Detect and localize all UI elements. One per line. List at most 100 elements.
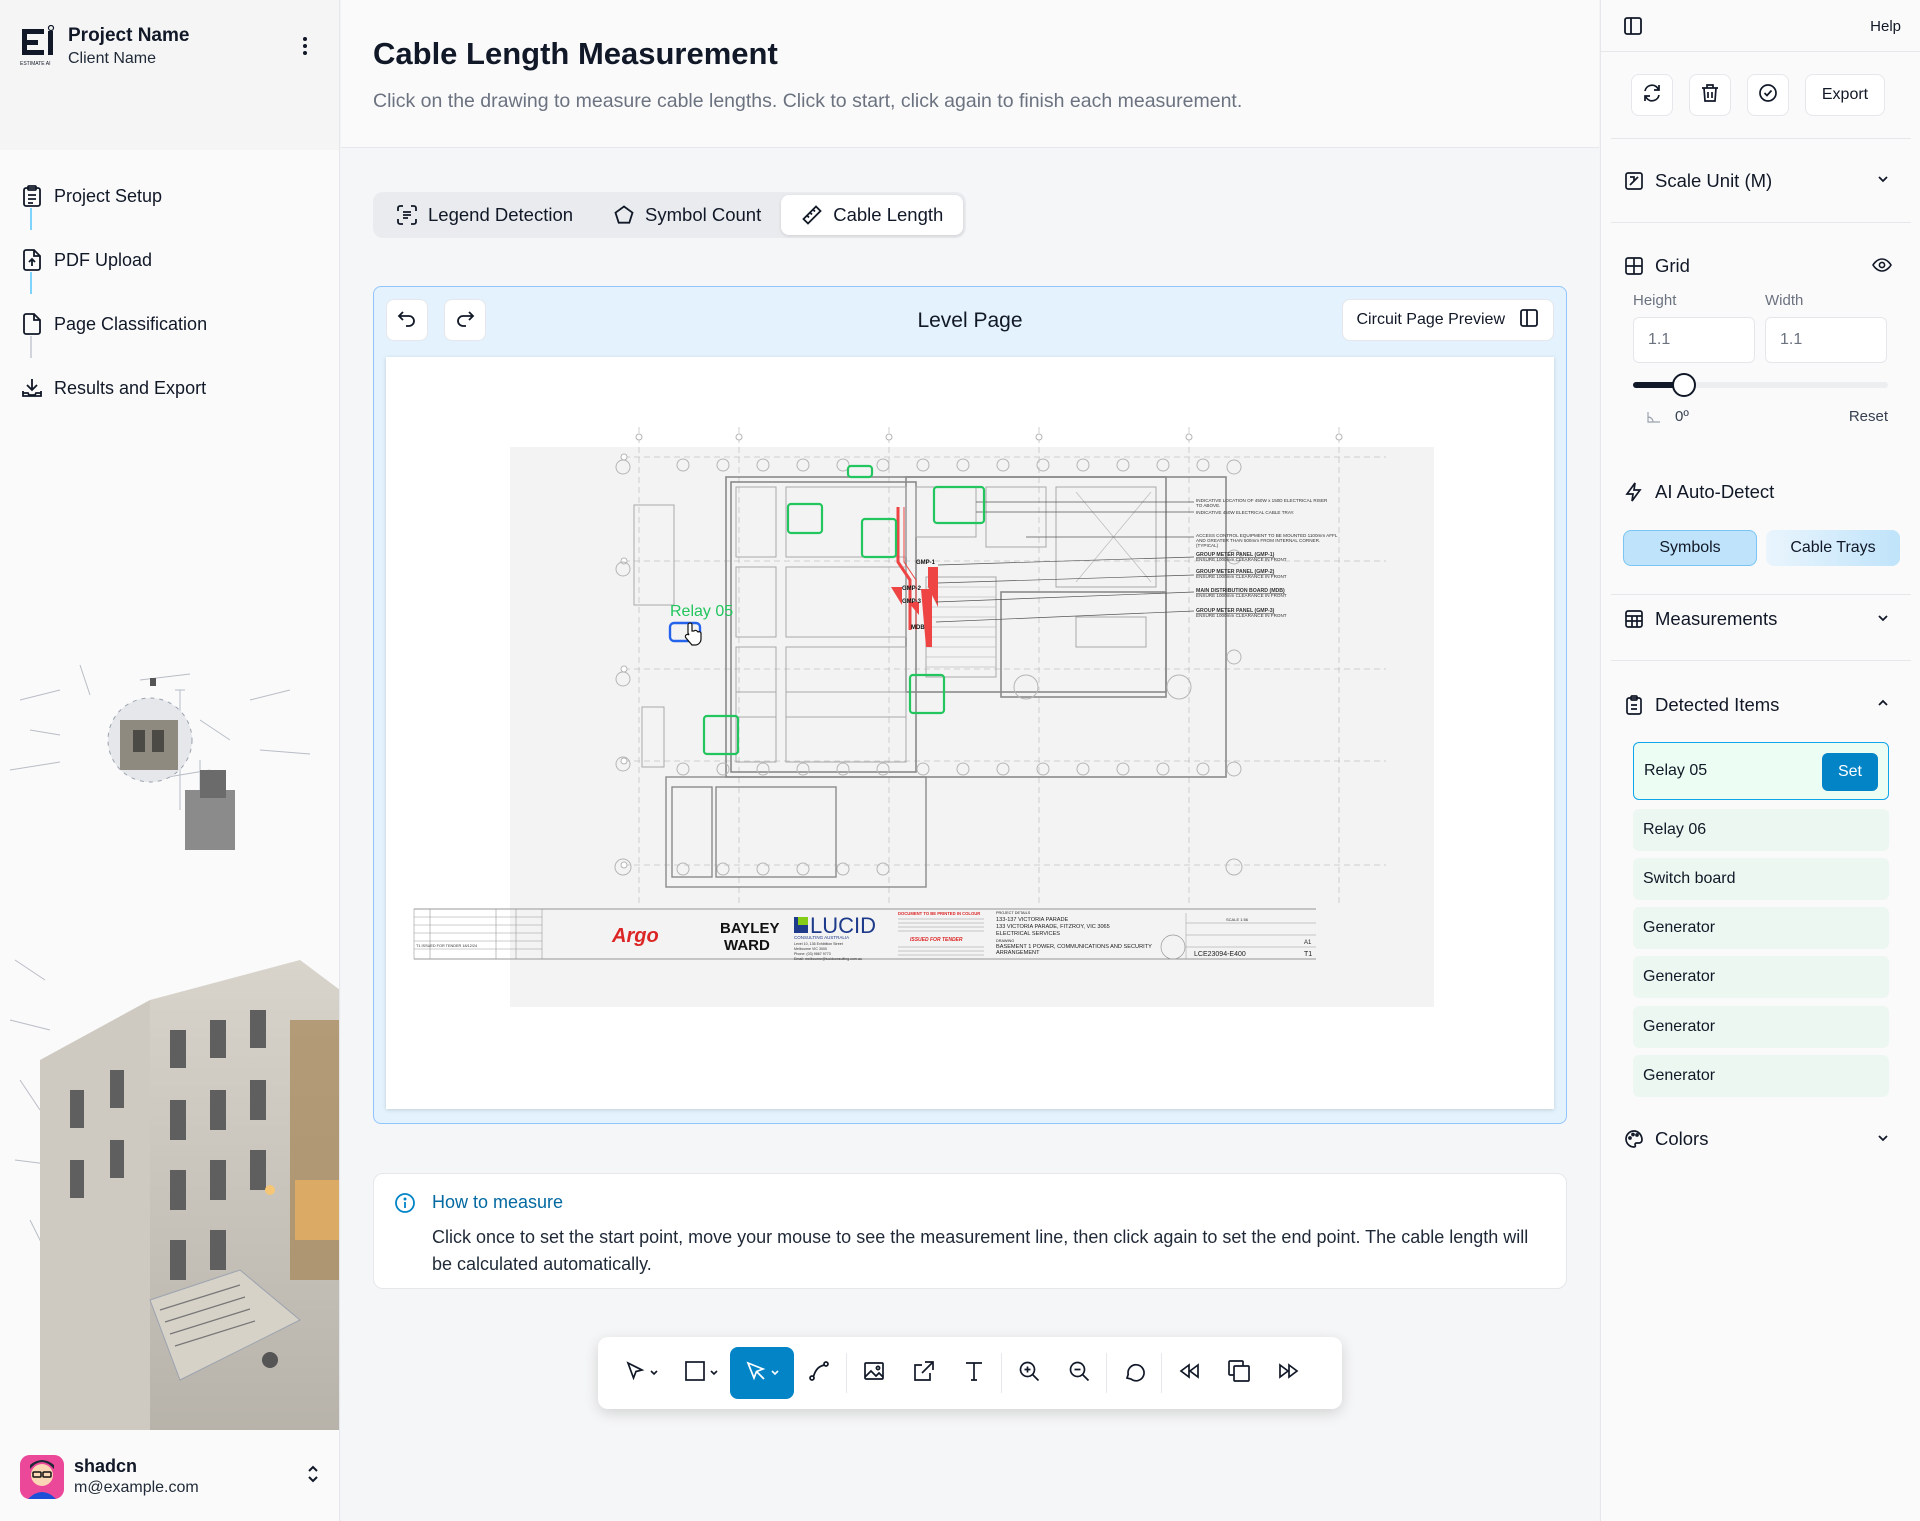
detected-item[interactable]: Generator — [1633, 1055, 1889, 1097]
section-divider — [1611, 594, 1911, 595]
user-menu[interactable]: shadcn m@example.com — [0, 1432, 339, 1521]
grid-icon — [1623, 255, 1645, 277]
detected-item[interactable]: Switch board — [1633, 858, 1889, 900]
page-subtitle: Click on the drawing to measure cable le… — [373, 90, 1243, 112]
chevron-up-icon[interactable] — [1876, 696, 1890, 713]
tab-cable-length[interactable]: Cable Length — [781, 195, 964, 235]
tab-legend-detection[interactable]: Legend Detection — [376, 195, 593, 235]
more-vertical-icon[interactable] — [290, 31, 320, 61]
text-tool-button[interactable] — [949, 1347, 999, 1399]
step-label: Results and Export — [54, 377, 207, 398]
svg-text:Phone: (03) 9867 9773: Phone: (03) 9867 9773 — [794, 952, 831, 956]
detected-item[interactable]: Generator — [1633, 956, 1889, 998]
detected-item[interactable]: Generator — [1633, 1006, 1889, 1048]
step-connector — [30, 272, 32, 294]
panel-label-gmp3: GMP-3 — [902, 599, 922, 605]
chevron-down-icon[interactable] — [1876, 611, 1890, 628]
tab-label: Cable Length — [833, 204, 944, 225]
detected-item[interactable]: Relay 06 — [1633, 809, 1889, 851]
rectangle-tool-button[interactable] — [672, 1347, 730, 1399]
chevron-down-icon[interactable] — [1876, 172, 1890, 189]
pen-tool-icon — [745, 1360, 767, 1387]
chevrons-up-down-icon[interactable] — [306, 1465, 320, 1488]
user-email: m@example.com — [74, 1479, 199, 1496]
scan-text-icon — [396, 204, 418, 226]
step-project-setup[interactable]: Project Setup — [20, 164, 320, 230]
circuit-page-preview-button[interactable]: Circuit Page Preview — [1341, 299, 1554, 341]
slider-thumb[interactable] — [1672, 373, 1696, 397]
trash-icon — [1700, 83, 1720, 108]
zoom-in-button[interactable] — [1004, 1347, 1054, 1399]
width-label: Width — [1765, 292, 1804, 309]
toolbar-divider — [846, 1353, 847, 1393]
text-icon — [963, 1360, 985, 1387]
mode-tabs: Legend Detection Symbol Count Cable Leng… — [373, 192, 967, 238]
fast-forward-button[interactable] — [1264, 1347, 1314, 1399]
chevron-down-icon — [709, 1364, 719, 1382]
detected-items-section[interactable]: Detected Items — [1623, 690, 1779, 720]
resize-tool-button[interactable] — [899, 1347, 949, 1399]
detected-item[interactable]: Relay 05 Set — [1633, 742, 1889, 800]
avatar — [20, 1454, 64, 1499]
symbols-toggle[interactable]: Symbols — [1623, 530, 1757, 566]
pen-tool-button[interactable] — [730, 1347, 794, 1399]
drawing-toolbar — [598, 1337, 1342, 1409]
tab-label: Symbol Count — [645, 204, 762, 225]
grid-height-input[interactable]: 1.1 — [1633, 317, 1755, 363]
table-icon — [1623, 608, 1645, 630]
angle-value: 0º — [1675, 408, 1689, 425]
zoom-in-icon — [1018, 1360, 1040, 1387]
grid-reset-button[interactable]: Reset — [1849, 408, 1888, 425]
measurements-section[interactable]: Measurements — [1623, 604, 1777, 634]
revision-row: T1 ISSUED FOR TENDER 18/12/24 — [416, 944, 477, 948]
client-name: Client Name — [68, 49, 157, 67]
confirm-button[interactable] — [1747, 74, 1789, 116]
step-label: PDF Upload — [54, 249, 153, 270]
delete-button[interactable] — [1689, 74, 1731, 116]
refresh-button[interactable] — [1631, 74, 1673, 116]
detected-item[interactable]: Generator — [1633, 907, 1889, 949]
file-icon — [20, 312, 44, 336]
tab-symbol-count[interactable]: Symbol Count — [593, 195, 781, 235]
export-button[interactable]: Export — [1805, 74, 1885, 116]
svg-text:DOCUMENT TO BE PRINTED IN COLO: DOCUMENT TO BE PRINTED IN COLOUR — [898, 911, 980, 916]
ai-auto-detect-title: AI Auto-Detect — [1623, 477, 1774, 507]
copy-page-button[interactable] — [1214, 1347, 1264, 1399]
ward-logo-text: WARD — [724, 937, 770, 954]
step-results-export[interactable]: Results and Export — [20, 356, 320, 420]
check-circle-icon — [1758, 83, 1778, 108]
how-to-title: How to measure — [432, 1192, 564, 1212]
svg-text:ARRANGEMENT: ARRANGEMENT — [996, 950, 1040, 956]
properties-panel: Help Export Scale Unit (M) Grid Height W… — [1600, 0, 1920, 1521]
zoom-out-button[interactable] — [1054, 1347, 1104, 1399]
rewind-button[interactable] — [1164, 1347, 1214, 1399]
curve-tool-button[interactable] — [794, 1347, 844, 1399]
chevron-down-icon[interactable] — [1876, 1131, 1890, 1148]
pointer-tool-button[interactable] — [610, 1347, 672, 1399]
grid-width-input[interactable]: 1.1 — [1765, 317, 1887, 363]
floor-plan-drawing[interactable]: GMP-1 GMP-2 GMP-3 MDB INDICATIVE LOCATIO… — [386, 357, 1554, 1109]
colors-section[interactable]: Colors — [1623, 1124, 1708, 1154]
image-tool-button[interactable] — [849, 1347, 899, 1399]
cable-trays-toggle[interactable]: Cable Trays — [1766, 530, 1900, 566]
eye-icon[interactable] — [1872, 258, 1892, 275]
grid-angle-slider[interactable] — [1633, 373, 1888, 397]
set-button[interactable]: Set — [1822, 753, 1878, 791]
page-header: Cable Length Measurement Click on the dr… — [341, 0, 1599, 148]
svg-text:ENSURE 1000mm CLEARANCE IN FRO: ENSURE 1000mm CLEARANCE IN FRONT — [1196, 593, 1287, 598]
svg-text:ESTIMATE AI: ESTIMATE AI — [20, 61, 50, 67]
user-name: shadcn — [74, 1456, 138, 1476]
chevron-down-icon — [649, 1364, 659, 1382]
image-icon — [863, 1360, 885, 1387]
step-label: Page Classification — [54, 313, 208, 334]
step-pdf-upload[interactable]: PDF Upload — [20, 228, 320, 294]
svg-text:ELECTRICAL SERVICES: ELECTRICAL SERVICES — [996, 931, 1060, 937]
comment-button[interactable] — [1109, 1347, 1159, 1399]
svg-text:T1: T1 — [1304, 951, 1312, 958]
project-switcher[interactable]: ESTIMATE AI Project Name Client Name — [20, 18, 320, 74]
toolbar-divider — [1106, 1353, 1107, 1393]
step-page-classification[interactable]: Page Classification — [20, 292, 320, 358]
scale-unit-select[interactable]: Scale Unit (M) — [1623, 166, 1772, 196]
sidebar-toggle-icon[interactable] — [1623, 16, 1643, 41]
help-link[interactable]: Help — [1870, 18, 1901, 35]
